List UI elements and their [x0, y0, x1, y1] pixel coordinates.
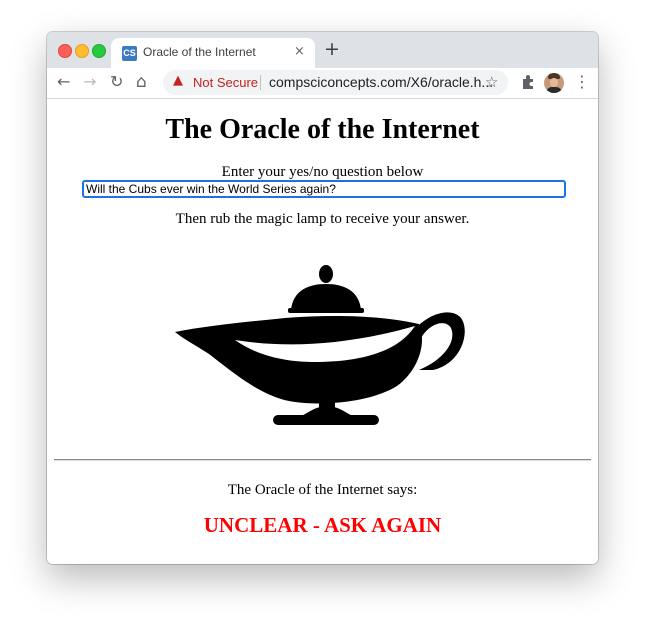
- separator: [54, 459, 591, 461]
- new-tab-button[interactable]: +: [324, 39, 340, 59]
- forward-icon[interactable]: →: [83, 72, 96, 92]
- back-icon[interactable]: ←: [57, 72, 70, 92]
- warning-icon[interactable]: ▲: [173, 73, 183, 88]
- tab-oracle[interactable]: CS Oracle of the Internet ×: [111, 38, 315, 68]
- home-icon[interactable]: ⌂: [136, 72, 147, 92]
- tab-strip: CS Oracle of the Internet × +: [47, 32, 598, 68]
- page-content: The Oracle of the Internet Enter your ye…: [47, 99, 598, 564]
- browser-window: CS Oracle of the Internet × + ← → ↻ ⌂ ▲ …: [47, 32, 598, 564]
- avatar-face: [550, 78, 558, 87]
- star-icon[interactable]: ☆: [485, 73, 498, 91]
- extensions-icon[interactable]: [520, 73, 536, 91]
- zoom-window-button[interactable]: [92, 44, 106, 58]
- favicon-icon: CS: [122, 46, 137, 61]
- result-label: The Oracle of the Internet says:: [227, 482, 418, 498]
- avatar[interactable]: [544, 73, 564, 93]
- browser-toolbar: ← → ↻ ⌂ ▲ Not Secure compsciconcepts.com…: [47, 68, 598, 99]
- rub-instruction: Then rub the magic lamp to receive your …: [175, 211, 470, 227]
- minimize-window-button[interactable]: [75, 44, 89, 58]
- close-window-button[interactable]: [58, 44, 72, 58]
- address-bar[interactable]: ▲ Not Secure compsciconcepts.com/X6/orac…: [163, 70, 508, 95]
- oracle-answer: UNCLEAR - ASK AGAIN: [203, 513, 442, 537]
- avatar-shirt: [546, 87, 562, 93]
- url-text[interactable]: compsciconcepts.com/X6/oracle.h...: [269, 74, 493, 90]
- question-prompt: Enter your yes/no question below: [221, 164, 424, 180]
- question-input[interactable]: [82, 180, 566, 198]
- magic-lamp-icon[interactable]: [175, 262, 475, 432]
- page-title: The Oracle of the Internet: [165, 114, 480, 145]
- menu-icon[interactable]: ⋮: [574, 72, 590, 92]
- tab-title: Oracle of the Internet: [143, 45, 256, 59]
- omnibox-divider: [260, 75, 261, 90]
- security-label[interactable]: Not Secure: [193, 75, 258, 90]
- tab-close-icon[interactable]: ×: [294, 44, 305, 59]
- reload-icon[interactable]: ↻: [110, 72, 123, 92]
